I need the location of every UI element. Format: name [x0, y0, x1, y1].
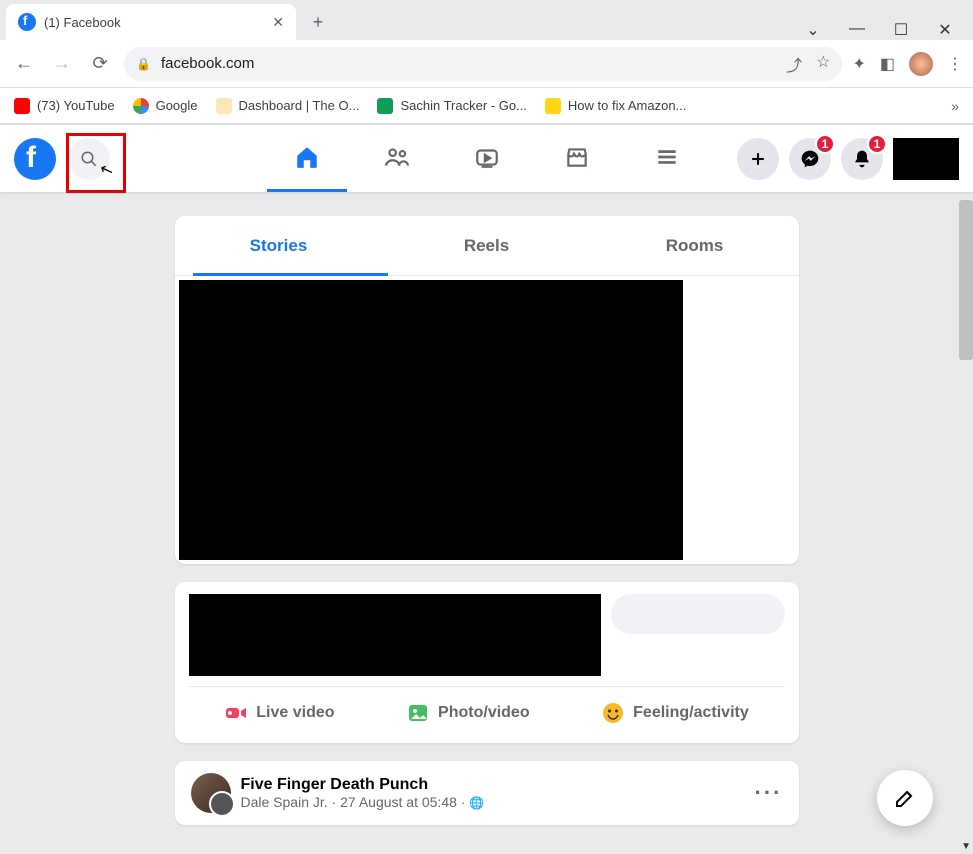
bookmarks-bar: (73) YouTube Google Dashboard | The O...… — [0, 88, 973, 124]
facebook-logo[interactable] — [14, 138, 56, 180]
google-icon — [133, 98, 149, 114]
photo-icon — [406, 701, 430, 725]
tab-stories[interactable]: Stories — [175, 216, 383, 275]
facebook-header: 1 1 — [0, 124, 973, 192]
post-avatar[interactable] — [191, 773, 231, 813]
story-tabs: Stories Reels Rooms — [175, 216, 799, 276]
messenger-badge: 1 — [815, 134, 835, 154]
maximize-icon[interactable]: ☐ — [891, 20, 911, 40]
star-icon[interactable]: ☆ — [816, 52, 830, 76]
sheets-icon — [377, 98, 393, 114]
post-page-name[interactable]: Five Finger Death Punch — [241, 776, 485, 794]
live-video-button[interactable]: Live video — [214, 693, 344, 733]
new-tab-button[interactable]: + — [304, 8, 332, 36]
messenger-button[interactable]: 1 — [789, 138, 831, 180]
browser-tab[interactable]: (1) Facebook ✕ — [6, 4, 296, 40]
dashboard-icon — [216, 98, 232, 114]
composer-avatar-area[interactable] — [189, 594, 601, 676]
account-button[interactable] — [893, 138, 959, 180]
tab-rooms[interactable]: Rooms — [591, 216, 799, 275]
menu-icon[interactable]: ⋮ — [947, 54, 963, 74]
home-tab[interactable] — [267, 125, 347, 192]
globe-icon: 🌐 — [469, 796, 484, 810]
create-button[interactable] — [737, 138, 779, 180]
bookmark-amazon[interactable]: How to fix Amazon... — [545, 98, 687, 114]
smiley-icon — [601, 701, 625, 725]
address-bar[interactable]: 🔒 facebook.com ⤴ ☆ — [124, 47, 842, 81]
minimize-icon[interactable]: — — [847, 20, 867, 40]
camera-icon — [224, 701, 248, 725]
lock-icon: 🔒 — [136, 57, 151, 71]
sidepanel-icon[interactable]: ◧ — [880, 54, 895, 74]
divider — [189, 686, 785, 687]
notifications-button[interactable]: 1 — [841, 138, 883, 180]
bookmark-sheets[interactable]: Sachin Tracker - Go... — [377, 98, 526, 114]
facebook-favicon — [18, 13, 36, 31]
post-author[interactable]: Dale Spain Jr. — [241, 794, 328, 810]
compose-fab[interactable] — [877, 770, 933, 826]
plus-icon — [748, 149, 768, 169]
forward-button[interactable]: → — [48, 50, 76, 78]
marketplace-icon — [564, 144, 590, 170]
messenger-icon — [800, 149, 820, 169]
post-menu-button[interactable]: ··· — [755, 780, 783, 806]
edit-icon — [893, 786, 917, 810]
stories-card: Stories Reels Rooms — [175, 216, 799, 564]
bookmarks-overflow-icon[interactable]: » — [951, 98, 959, 114]
header-right-controls: 1 1 — [737, 138, 959, 180]
friends-tab[interactable] — [357, 125, 437, 192]
friends-icon — [384, 144, 410, 170]
feed-post: Five Finger Death Punch Dale Spain Jr. ·… — [175, 761, 799, 825]
composer-input[interactable] — [611, 594, 785, 634]
profile-avatar[interactable] — [909, 52, 933, 76]
chevron-down-icon[interactable]: ⌄ — [803, 20, 823, 40]
window-controls: ⌄ — ☐ ✕ — [803, 12, 973, 40]
back-button[interactable]: ← — [10, 50, 38, 78]
hamburger-icon — [654, 144, 680, 170]
tab-title: (1) Facebook — [44, 15, 264, 30]
browser-titlebar: (1) Facebook ✕ + ⌄ — ☐ ✕ — [0, 0, 973, 40]
main-nav-tabs — [267, 125, 707, 192]
post-time: 27 August at 05:48 — [340, 794, 457, 810]
annotation-highlight — [66, 133, 126, 193]
watch-tab[interactable] — [447, 125, 527, 192]
scroll-arrow-icon[interactable]: ▼ — [961, 841, 971, 852]
bookmark-google[interactable]: Google — [133, 98, 198, 114]
close-tab-icon[interactable]: ✕ — [272, 14, 284, 31]
bookmark-youtube[interactable]: (73) YouTube — [14, 98, 115, 114]
photo-video-button[interactable]: Photo/video — [396, 693, 540, 733]
feed-content: Stories Reels Rooms Live video Photo/vid… — [0, 192, 973, 854]
browser-toolbar: ← → ⟳ 🔒 facebook.com ⤴ ☆ ✦ ◧ ⋮ — [0, 40, 973, 88]
share-icon[interactable]: ⤴ — [786, 52, 802, 76]
url-text: facebook.com — [161, 55, 776, 72]
tab-reels[interactable]: Reels — [383, 216, 591, 275]
home-icon — [294, 144, 320, 170]
notifications-badge: 1 — [867, 134, 887, 154]
feeling-activity-button[interactable]: Feeling/activity — [591, 693, 759, 733]
watch-icon — [474, 144, 500, 170]
marketplace-tab[interactable] — [537, 125, 617, 192]
composer-card: Live video Photo/video Feeling/activity — [175, 582, 799, 743]
post-meta: Dale Spain Jr. · 27 August at 05:48 · 🌐 — [241, 794, 485, 810]
bell-icon — [852, 149, 872, 169]
youtube-icon — [14, 98, 30, 114]
scrollbar[interactable] — [959, 200, 973, 360]
reload-button[interactable]: ⟳ — [86, 50, 114, 78]
bookmark-dashboard[interactable]: Dashboard | The O... — [216, 98, 360, 114]
stories-carousel[interactable] — [179, 280, 683, 560]
extensions-icon[interactable]: ✦ — [852, 54, 865, 74]
close-window-icon[interactable]: ✕ — [935, 20, 955, 40]
menu-tab[interactable] — [627, 125, 707, 192]
amazon-icon — [545, 98, 561, 114]
